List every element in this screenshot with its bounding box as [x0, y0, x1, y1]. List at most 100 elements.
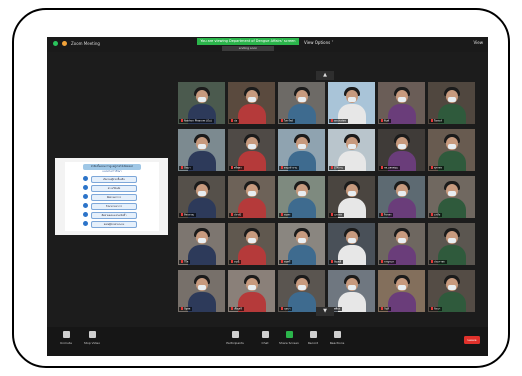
participant-tile[interactable]: วันดี	[378, 270, 425, 312]
muted-mic-icon	[331, 119, 333, 122]
reactions-emoji-icon	[333, 331, 341, 338]
participant-tile[interactable]: ปัทมา	[178, 129, 225, 171]
participant-tile[interactable]: anchalee	[328, 82, 375, 124]
participant-tile[interactable]: สมพร	[278, 176, 325, 218]
participant-name-text: ปราณี	[234, 213, 241, 217]
face-mask	[198, 97, 206, 102]
share-screen-button[interactable]: Share Screen	[277, 331, 301, 345]
participant-name-text: ศศิธร	[334, 307, 341, 311]
zoom-window: Zoom Meeting You are viewing Department …	[47, 37, 488, 356]
participant-tile[interactable]: ปัฐพล	[178, 270, 225, 312]
participant-name-text: บุษบา	[284, 307, 291, 311]
participant-name-text: นภาพร	[334, 213, 343, 217]
participant-tile[interactable]: ปราณี	[228, 176, 275, 218]
face-mask	[248, 238, 256, 243]
slide-step: ติดตามอาการ	[91, 194, 137, 201]
participant-name-text: วิไล	[184, 260, 189, 264]
sharing-banner: You are viewing Department of Dengue Aff…	[197, 38, 299, 45]
face-mask	[348, 285, 356, 290]
participant-name: Nakhon Phanom (มีน)	[179, 119, 214, 123]
face-mask	[348, 97, 356, 102]
face-mask	[248, 191, 256, 196]
participant-name: คณะทำงาน	[279, 166, 300, 170]
participant-tile[interactable]: สุภาพร	[428, 129, 475, 171]
face-mask	[398, 238, 406, 243]
participant-name: อรุณี	[229, 260, 242, 264]
muted-mic-icon	[431, 213, 433, 216]
face-mask	[198, 285, 206, 290]
participant-name-text: สุภาพร	[434, 166, 442, 170]
face-mask	[398, 144, 406, 149]
participant-name: ปราณี	[229, 213, 243, 217]
participants-label: Participants	[226, 341, 244, 345]
participant-tile[interactable]: มาลัย	[428, 176, 475, 218]
participant-tile[interactable]: พิมพ์	[378, 82, 425, 124]
participant-tile[interactable]: ไพรวัลย์	[278, 82, 325, 124]
shared-slide: ลำดับขั้นตอนการดูแลผู้ป่วยไข้เลือดออก แน…	[65, 162, 159, 231]
participant-tile[interactable]: อัญชลี	[328, 223, 375, 265]
participant-tile[interactable]: ศศิธร	[328, 270, 375, 312]
unmute-button[interactable]: Unmute	[54, 331, 78, 345]
participant-tile[interactable]: นภาพร	[328, 176, 375, 218]
security-shield-icon	[53, 41, 58, 46]
muted-mic-icon	[181, 119, 183, 122]
face-mask	[348, 144, 356, 149]
participant-name: รัตนา	[429, 307, 443, 311]
participant-name-text: สมพร	[284, 213, 291, 217]
participant-tile[interactable]: ปอ	[228, 82, 275, 124]
participant-tile[interactable]: ศรีสุดา	[228, 129, 275, 171]
participant-tile[interactable]: เพ็ญศรี	[228, 270, 275, 312]
participant-body	[188, 245, 216, 265]
participant-tile[interactable]: Nakhon Phanom (มีน)	[178, 82, 225, 124]
participant-tile[interactable]: ผู้ใช้งาน	[328, 129, 375, 171]
slide-step: ส่งต่อผู้ป่วยตามระบบ	[91, 221, 137, 228]
participant-tile[interactable]: คณะทำงาน	[278, 129, 325, 171]
face-mask	[448, 144, 456, 149]
participant-tile[interactable]: ประภาพร	[428, 223, 475, 265]
participant-tile[interactable]: รพ.นครพนม	[378, 129, 425, 171]
microphone-muted-icon	[62, 331, 70, 338]
face-mask	[298, 97, 306, 102]
participant-name: ปัทมา	[179, 166, 193, 170]
participant-name: มาลัย	[429, 213, 443, 217]
view-options-button[interactable]: View Options ˅	[304, 40, 333, 45]
participant-tile[interactable]: บุษบา	[278, 270, 325, 312]
muted-mic-icon	[181, 307, 183, 310]
face-mask	[248, 97, 256, 102]
participant-name-text: พิมพ์	[384, 119, 390, 123]
participant-tile[interactable]: รัตนา	[428, 270, 475, 312]
meeting-info[interactable]: Zoom Meeting	[53, 41, 100, 46]
participant-tile[interactable]: อรุณี	[228, 223, 275, 265]
view-button[interactable]: View	[474, 40, 484, 45]
face-mask	[298, 285, 306, 290]
slide-step-number-icon	[83, 221, 88, 226]
participants-button[interactable]: Participants	[223, 331, 247, 345]
chat-button[interactable]: Chat	[253, 331, 277, 345]
muted-mic-icon	[381, 119, 383, 122]
participant-name-text: ศรีสุดา	[234, 166, 242, 170]
participant-tile[interactable]: ทิพวรรณ	[178, 176, 225, 218]
participant-name: เพ็ญศรี	[229, 307, 244, 311]
participant-name-text: เพ็ญศรี	[234, 307, 242, 311]
reactions-button[interactable]: Reactions	[325, 331, 349, 345]
participant-tile[interactable]: สมศรี	[278, 223, 325, 265]
participant-tile[interactable]: วิไล	[178, 223, 225, 265]
reactions-label: Reactions	[329, 341, 345, 345]
record-button[interactable]: Record	[301, 331, 325, 345]
stop-video-button[interactable]: Stop Video	[80, 331, 104, 345]
next-page-button[interactable]: ▼	[316, 307, 334, 316]
muted-mic-icon	[381, 260, 383, 263]
muted-mic-icon	[231, 213, 233, 216]
participant-tile[interactable]: จิราพร	[378, 176, 425, 218]
shared-screen-thumbnail[interactable]: ลำดับขั้นตอนการดูแลผู้ป่วยไข้เลือดออก แน…	[55, 158, 168, 235]
muted-mic-icon	[331, 213, 333, 216]
end-meeting-button[interactable]: Leave	[464, 336, 480, 344]
slide-step: ติดตามผลและประเมินซ้ำ	[91, 212, 137, 219]
participant-tile[interactable]: ปิยพงษ์	[428, 82, 475, 124]
prev-page-button[interactable]: ▲	[316, 71, 334, 80]
participant-name: รพ.นครพนม	[379, 166, 401, 170]
slide-subheading: แนวทางการรักษา	[102, 170, 122, 173]
participant-tile[interactable]: กาญจนา	[378, 223, 425, 265]
record-icon	[309, 331, 317, 338]
participant-name: ปิยพงษ์	[429, 119, 444, 123]
